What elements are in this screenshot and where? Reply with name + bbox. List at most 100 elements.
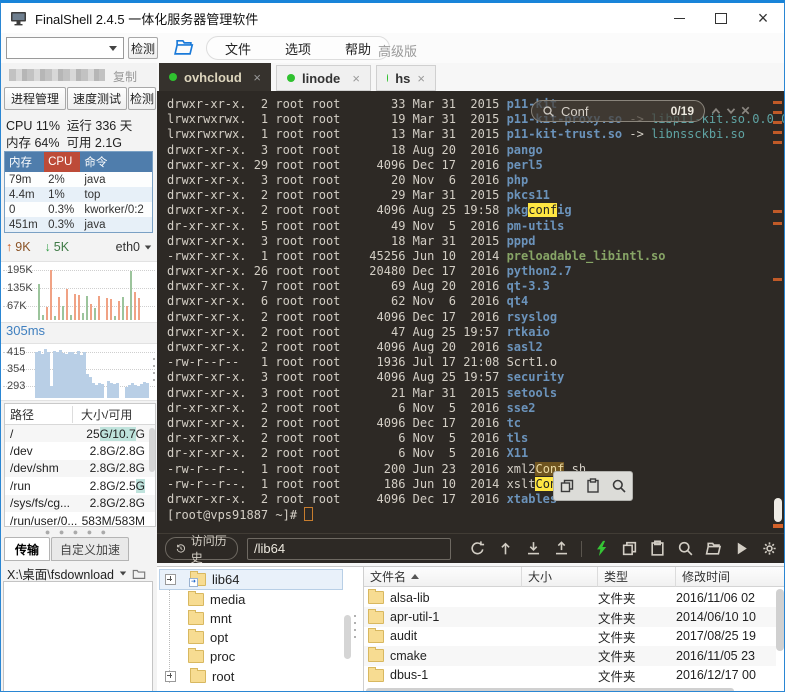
menu-options[interactable]: 选项: [285, 39, 311, 58]
terminal-scrollbar[interactable]: [774, 498, 782, 522]
disk-row[interactable]: /run2.8G/2.5G: [5, 477, 155, 494]
minimize-button[interactable]: [658, 4, 700, 32]
paste-icon[interactable]: [649, 540, 666, 557]
copy-icon[interactable]: [559, 478, 575, 494]
tree-item-lib64[interactable]: ➜lib64: [165, 570, 239, 590]
folder-open-icon[interactable]: [705, 540, 722, 557]
search-next-icon[interactable]: [724, 104, 738, 118]
expander-icon[interactable]: [165, 671, 176, 682]
session-tab-hs[interactable]: hs×: [376, 65, 436, 91]
file-table-vscrollbar[interactable]: [776, 589, 784, 651]
file-table-hscrollbar[interactable]: [366, 688, 734, 692]
search-close-icon[interactable]: [739, 104, 752, 117]
search-icon[interactable]: [611, 478, 627, 494]
speed-test-button[interactable]: 速度测试: [67, 87, 127, 110]
process-manager-button[interactable]: 进程管理: [4, 87, 66, 110]
tab-transfer[interactable]: 传输: [4, 537, 50, 561]
process-row[interactable]: 79m2%java: [5, 172, 153, 187]
run-icon[interactable]: [733, 540, 750, 557]
terminal-line: drwxr-xr-x. 3 root root 20 Nov 6 2016 ph…: [167, 173, 785, 188]
terminal-line: lrwxrwxrwx. 1 root root 13 Mar 31 2015 p…: [167, 127, 785, 142]
chevron-down-icon[interactable]: [120, 572, 126, 576]
close-button[interactable]: ×: [742, 4, 784, 32]
terminal-line: -rwxr-xr-x. 1 root root 45256 Jun 10 201…: [167, 249, 785, 264]
download-bar: [58, 297, 60, 320]
file-col-1[interactable]: 大小: [522, 567, 598, 587]
file-col-2[interactable]: 类型: [598, 567, 676, 587]
menu-help[interactable]: 帮助: [345, 39, 371, 58]
disk-row[interactable]: /dev/shm2.8G/2.8G: [5, 460, 155, 477]
refresh-icon[interactable]: [469, 540, 486, 557]
file-row-cmake[interactable]: cmake文件夹2016/11/05 23: [364, 646, 776, 665]
file-row-audit[interactable]: audit文件夹2017/08/25 19: [364, 627, 776, 646]
process-row[interactable]: 451m0.3%java: [5, 217, 153, 233]
download-icon[interactable]: [525, 540, 542, 557]
tab-custom-accel[interactable]: 自定义加速: [51, 537, 129, 561]
terminal-search-bar[interactable]: Conf 0/19: [531, 100, 705, 122]
process-row[interactable]: 4.4m1%top: [5, 187, 153, 202]
interface-selector[interactable]: eth0: [116, 240, 140, 254]
download-rate: 5K: [54, 240, 69, 254]
disk-row[interactable]: /dev2.8G/2.8G: [5, 442, 155, 459]
tree-item-proc[interactable]: proc: [165, 647, 235, 667]
file-row-alsa-lib[interactable]: alsa-lib文件夹2016/11/06 02: [364, 588, 776, 607]
process-col-2[interactable]: 命令: [80, 152, 152, 173]
tree-item-opt[interactable]: opt: [165, 628, 228, 648]
process-col-1[interactable]: CPU: [44, 152, 80, 173]
detect-side-button[interactable]: 检测: [128, 87, 156, 110]
chevron-down-icon[interactable]: [145, 245, 151, 249]
copy-icon[interactable]: [621, 540, 638, 557]
tab-close-icon[interactable]: ×: [352, 71, 360, 86]
terminal-output: drwxr-xr-x. 2 root root 33 Mar 31 2015 p…: [167, 97, 785, 522]
chevron-down-icon[interactable]: [109, 46, 117, 51]
disk-row[interactable]: /sys/fs/cg...2.8G/2.8G: [5, 495, 155, 512]
upload-icon[interactable]: [553, 540, 570, 557]
terminal-line: dr-xr-xr-x. 2 root root 6 Nov 5 2016 sse…: [167, 401, 785, 416]
latency-bar: [146, 383, 149, 398]
tab-close-icon[interactable]: ×: [253, 70, 261, 85]
detect-button[interactable]: 检测: [128, 37, 158, 59]
session-tab-ovhcloud[interactable]: ovhcloud×: [159, 63, 271, 91]
session-tab-linode[interactable]: linode×: [276, 65, 371, 91]
paste-icon[interactable]: [585, 478, 601, 494]
folder-icon[interactable]: [132, 568, 146, 580]
open-connection-folder-icon[interactable]: [173, 38, 195, 56]
process-col-0[interactable]: 内存: [5, 152, 45, 173]
lightning-icon[interactable]: [593, 540, 610, 557]
host-search-input[interactable]: [7, 38, 107, 58]
disk-table-scrollbar[interactable]: [149, 428, 155, 472]
terminal-line: drwxr-xr-x. 2 root root 4096 Dec 17 2016…: [167, 492, 785, 507]
tree-item-root[interactable]: root: [165, 667, 234, 687]
search-query[interactable]: Conf: [561, 104, 665, 119]
search-match-marker: [773, 141, 782, 144]
host-search-combo[interactable]: [6, 37, 124, 59]
process-row[interactable]: 00.3%kworker/0:2: [5, 202, 153, 217]
tree-table-splitter[interactable]: [354, 615, 356, 638]
folder-icon: [368, 591, 384, 604]
tree-scrollbar[interactable]: [344, 615, 351, 659]
file-row-dbus-1[interactable]: dbus-1文件夹2016/12/17 00: [364, 666, 776, 685]
search-prev-icon[interactable]: [709, 104, 723, 118]
disk-row[interactable]: /25G/10.7G: [5, 425, 155, 442]
search-icon[interactable]: [677, 540, 694, 557]
tree-item-media[interactable]: media: [165, 589, 245, 609]
tab-close-icon[interactable]: ×: [417, 71, 425, 86]
history-button[interactable]: 访问历史: [165, 537, 238, 560]
settings-icon[interactable]: [761, 540, 778, 557]
up-icon[interactable]: [497, 540, 514, 557]
file-row-apr-util-1[interactable]: apr-util-1文件夹2014/06/10 10: [364, 607, 776, 626]
file-col-3[interactable]: 修改时间: [676, 567, 785, 587]
file-col-0[interactable]: 文件名: [364, 567, 522, 587]
advanced-version-label[interactable]: 高级版: [378, 41, 417, 60]
terminal[interactable]: drwxr-xr-x. 2 root root 33 Mar 31 2015 p…: [157, 91, 785, 533]
sidebar-splitter[interactable]: [153, 358, 155, 381]
tree-item-mnt[interactable]: mnt: [165, 609, 232, 629]
disk-row[interactable]: /run/user/0...583M/583M: [5, 512, 155, 527]
remote-path-input[interactable]: [247, 538, 451, 560]
menu-file[interactable]: 文件: [225, 39, 251, 58]
menu-group: 文件 选项 帮助: [206, 36, 390, 60]
expander-icon[interactable]: [165, 574, 176, 585]
terminal-line: drwxr-xr-x. 29 root root 4096 Dec 17 201…: [167, 158, 785, 173]
copy-host-button[interactable]: 复制: [113, 68, 137, 85]
maximize-button[interactable]: [700, 4, 742, 32]
